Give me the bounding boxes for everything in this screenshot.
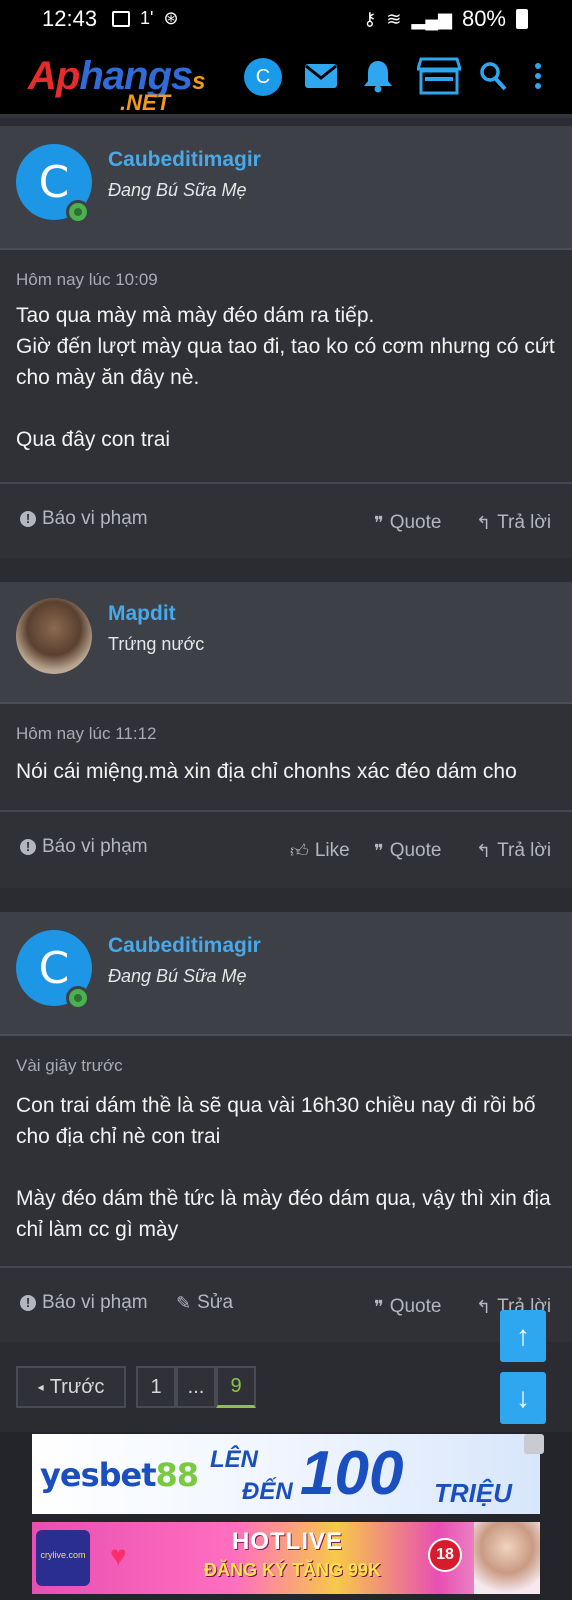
scroll-bottom-button[interactable]: ↓ <box>500 1372 546 1424</box>
arrow-down-icon: ↓ <box>516 1382 530 1413</box>
more-menu-icon[interactable] <box>532 56 544 96</box>
reply-icon: ↰ <box>476 512 492 533</box>
quote-button[interactable]: ❞ Quote <box>374 512 441 534</box>
prev-page-button[interactable]: ◂ Trước <box>16 1366 126 1408</box>
online-status-icon <box>66 200 90 224</box>
wifi-icon: ≋ <box>386 8 402 29</box>
username[interactable]: Mapdit <box>108 602 176 626</box>
battery-percent: 80% <box>461 6 506 31</box>
post-timestamp[interactable]: Vài giây trước <box>16 1056 123 1076</box>
quote-icon: ❞ <box>374 512 384 533</box>
pagination: ◂ Trước 1 ... 9 <box>16 1366 256 1408</box>
username[interactable]: Caubeditimagir <box>108 934 261 958</box>
ad-banner-yesbet[interactable]: yesbet88 LÊN ĐẾN 100 TRIỆU <box>32 1434 540 1514</box>
heart-icon: ♥ <box>110 1540 127 1571</box>
scroll-top-button[interactable]: ↑ <box>500 1310 546 1362</box>
age-badge: 18 <box>428 1538 462 1572</box>
post-message: Nói cái miệng.mà xin địa chỉ chonhs xác … <box>16 760 517 783</box>
quote-icon: ❞ <box>374 840 384 861</box>
user-title: Trứng nước <box>108 634 205 654</box>
search-icon[interactable] <box>478 56 508 96</box>
compass-icon: ⊛ <box>163 8 179 28</box>
ad-photo <box>474 1522 540 1594</box>
like-button[interactable]: 👍︎ Like <box>290 840 350 862</box>
online-status-icon <box>66 986 90 1010</box>
ad-close-icon[interactable] <box>524 1434 544 1454</box>
warning-icon: ! <box>20 1295 36 1311</box>
avatar[interactable] <box>16 598 92 674</box>
thumbs-up-icon: 👍︎ <box>290 841 309 861</box>
edit-button[interactable]: ✎ Sửa <box>176 1292 233 1314</box>
user-avatar-button[interactable]: C <box>244 58 282 96</box>
reply-button[interactable]: ↰ Trả lời <box>476 512 551 534</box>
reply-button[interactable]: ↰ Trả lời <box>476 840 551 862</box>
quote-button[interactable]: ❞ Quote <box>374 1296 441 1318</box>
quote-icon: ❞ <box>374 1296 384 1317</box>
gallery-icon <box>112 10 130 27</box>
warning-icon: ! <box>20 511 36 527</box>
store-icon[interactable] <box>416 56 462 96</box>
signal-note: 1' <box>140 8 154 28</box>
report-button[interactable]: ! Báo vi phạm <box>20 1292 148 1314</box>
key-icon: ⚷ <box>363 8 377 29</box>
bell-icon[interactable] <box>360 56 396 96</box>
page-ellipsis[interactable]: ... <box>176 1366 216 1408</box>
reply-icon: ↰ <box>476 840 492 861</box>
ad-banner-hotlive[interactable]: crylive.com ♥ HOTLIVE ĐĂNG KÝ TẶNG 99K 1… <box>32 1522 540 1594</box>
battery-icon <box>516 9 528 29</box>
post: C Caubeditimagir Đang Bú Sữa Mẹ Hôm nay … <box>0 126 572 558</box>
username[interactable]: Caubeditimagir <box>108 148 261 172</box>
reply-icon: ↰ <box>476 1296 492 1317</box>
report-button[interactable]: ! Báo vi phạm <box>20 508 148 530</box>
status-bar: 12:43 1' ⊛ ⚷ ≋ ▂▄▆ 80% <box>0 0 572 38</box>
report-button[interactable]: ! Báo vi phạm <box>20 836 148 858</box>
quote-button[interactable]: ❞ Quote <box>374 840 441 862</box>
page-link[interactable]: 1 <box>136 1366 176 1408</box>
ad-thumbnail: crylive.com <box>36 1530 90 1586</box>
post-timestamp[interactable]: Hôm nay lúc 11:12 <box>16 724 156 744</box>
chevron-left-icon: ◂ <box>37 1380 44 1394</box>
user-title: Đang Bú Sữa Mẹ <box>108 180 247 200</box>
signal-icon: ▂▄▆ <box>411 8 452 29</box>
warning-icon: ! <box>20 839 36 855</box>
arrow-up-icon: ↑ <box>516 1320 530 1351</box>
post: Mapdit Trứng nước Hôm nay lúc 11:12 Nói … <box>0 582 572 888</box>
mail-icon[interactable] <box>302 56 340 96</box>
status-time: 12:43 <box>42 6 98 31</box>
post-timestamp[interactable]: Hôm nay lúc 10:09 <box>16 270 158 290</box>
post-message: Tao qua mày mà mày đéo dám ra tiếp. Giờ … <box>16 304 555 451</box>
post-message: Con trai dám thề là sẽ qua vài 16h30 chi… <box>16 1094 551 1241</box>
page-link-current[interactable]: 9 <box>216 1366 256 1408</box>
user-title: Đang Bú Sữa Mẹ <box>108 966 247 986</box>
app-header: Aphangss .NET C <box>0 38 572 118</box>
site-logo[interactable]: Aphangss .NET <box>28 54 213 115</box>
post: C Caubeditimagir Đang Bú Sữa Mẹ Vài giây… <box>0 912 572 1342</box>
pencil-icon: ✎ <box>176 1292 192 1313</box>
